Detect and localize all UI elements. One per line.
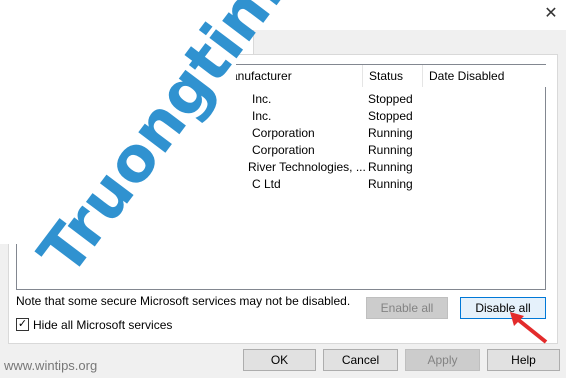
checkbox-label: Hide all Microsoft services: [33, 318, 173, 332]
ok-button[interactable]: OK: [243, 349, 316, 371]
note-text: Note that some secure Microsoft services…: [16, 294, 351, 308]
enable-all-button[interactable]: Enable all: [366, 297, 448, 319]
manufacturer-cell: C Ltd: [252, 177, 281, 191]
column-header-label: Manufacturer: [231, 69, 292, 83]
site-watermark: www.wintips.org: [4, 358, 98, 373]
help-button[interactable]: Help: [487, 349, 560, 371]
apply-button[interactable]: Apply: [405, 349, 480, 371]
manufacturer-cell: Corporation: [252, 126, 315, 140]
manufacturer-cell: Inc.: [252, 109, 272, 123]
close-icon[interactable]: ✕: [540, 3, 562, 25]
status-cell: Stopped: [368, 92, 413, 106]
cancel-button[interactable]: Cancel: [323, 349, 398, 371]
status-cell: Running: [368, 143, 413, 157]
status-cell: Running: [368, 177, 413, 191]
status-cell: Stopped: [368, 109, 413, 123]
checkbox-check-icon[interactable]: ✓: [16, 318, 29, 331]
column-header-status[interactable]: Status: [363, 65, 423, 87]
manufacturer-cell: River Technologies, ...: [248, 160, 366, 174]
status-cell: Running: [368, 160, 413, 174]
arrow-shaft: [514, 316, 548, 344]
status-cell: Running: [368, 126, 413, 140]
manufacturer-cell: Corporation: [252, 143, 315, 157]
column-header-date-disabled[interactable]: Date Disabled: [423, 65, 547, 87]
manufacturer-cell: Inc.: [252, 92, 272, 106]
arrow-pointer-icon: [510, 312, 548, 344]
